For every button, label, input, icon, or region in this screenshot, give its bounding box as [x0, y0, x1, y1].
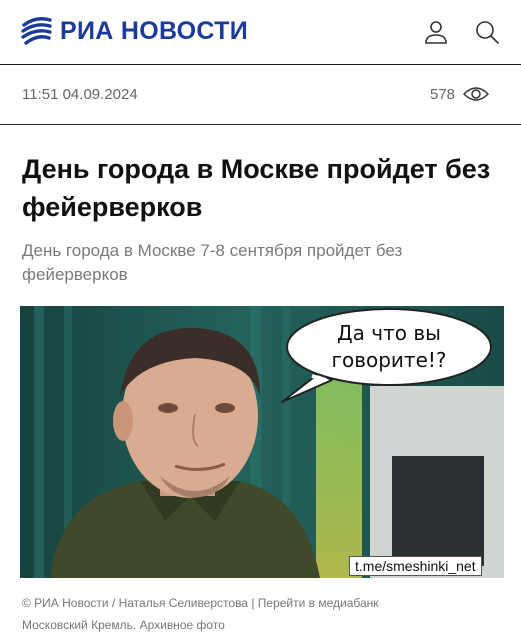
article-lead: День города в Москве 7-8 сентября пройде… [22, 241, 403, 284]
views-count: 578 [430, 85, 456, 103]
photo-source: © РИА Новости / Наталья Селиверстова | [22, 596, 255, 610]
publish-datetime: 11:51 04.09.2024 [22, 86, 138, 103]
media-bank-link[interactable]: Перейти в медиабанк [258, 596, 379, 610]
article-meta: 11:51 04.09.2024 578 [0, 64, 521, 124]
logo-text: РИА НОВОСТИ [60, 17, 248, 45]
article-photo[interactable]: Да что вы говорите!? t.me/smeshinki_net [20, 306, 504, 578]
speech-bubble: Да что вы говорите!? [290, 312, 488, 382]
top-bar: РИА НОВОСТИ [0, 0, 521, 64]
eye-icon [463, 87, 490, 101]
speech-line-1: Да что вы [337, 321, 441, 345]
photo-caption: Московский Кремль. Архивное фото [22, 618, 225, 632]
ria-globe-icon [21, 17, 52, 45]
search-icon[interactable] [474, 19, 500, 45]
watermark: t.me/smeshinki_net [349, 556, 482, 576]
article-title: День города в Москве пройдет без фейерве… [22, 154, 491, 222]
speech-line-2: говорите!? [331, 348, 447, 372]
photo-credits: © РИА Новости / Наталья Селиверстова | П… [22, 592, 502, 636]
meta-divider [0, 124, 521, 125]
user-icon[interactable] [423, 19, 449, 45]
site-logo[interactable]: РИА НОВОСТИ [20, 14, 248, 48]
views-counter: 578 [430, 85, 490, 103]
